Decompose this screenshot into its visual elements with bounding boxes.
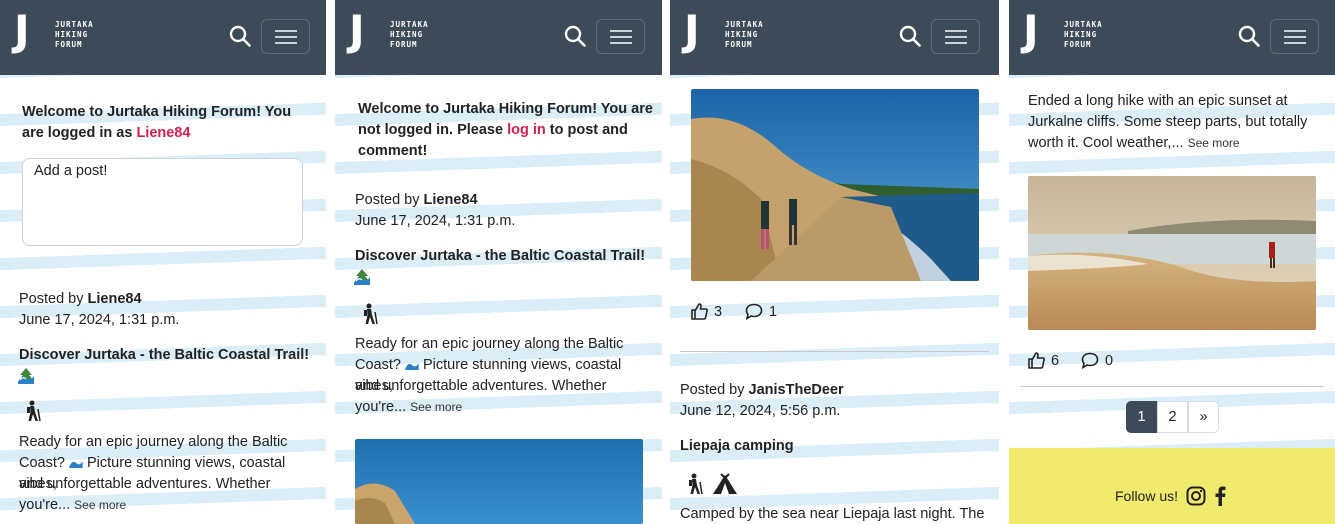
next-page-button[interactable]: » <box>1188 401 1219 433</box>
post-image[interactable] <box>691 89 979 281</box>
see-more-link[interactable]: See more <box>410 400 462 414</box>
post-author[interactable]: JanisTheDeer <box>749 382 844 398</box>
welcome-message: Welcome to Jurtaka Hiking Forum! You are… <box>22 104 292 141</box>
welcome-message-line: comment! <box>358 143 428 159</box>
screen-feed-scrolled: J JURTAKA HIKING FORUM 3 1 Posted by Janis… <box>670 0 999 524</box>
menu-toggle-button[interactable] <box>261 19 310 54</box>
footer: Follow us! <box>1009 448 1335 524</box>
logo-text[interactable]: JURTAKA HIKING FORUM <box>725 20 764 50</box>
navbar: J JURTAKA HIKING FORUM <box>0 0 326 75</box>
search-icon[interactable] <box>1238 25 1260 47</box>
hiker-icon <box>689 473 703 495</box>
screen-logged-out: J JURTAKA HIKING FORUM Welcome to Jurtaka … <box>335 0 662 524</box>
wave-emoji <box>354 277 370 285</box>
comment-count[interactable]: 1 <box>745 303 777 320</box>
post-body-line: and unforgettable adventures. Whether <box>355 378 607 394</box>
hiker-icon <box>27 400 41 422</box>
search-icon[interactable] <box>229 25 251 47</box>
pagination: 1 2 » <box>1126 401 1219 433</box>
logo-letter[interactable]: J <box>684 10 700 52</box>
add-post-input[interactable]: Add a post! <box>22 158 303 246</box>
logo-letter[interactable]: J <box>14 10 30 52</box>
post-body-line: worth it. Cool weather,... See more <box>1028 135 1240 151</box>
screen-logged-in: J JURTAKA HIKING FORUM Welcome to Jurtaka … <box>0 0 326 524</box>
post-author[interactable]: Liene84 <box>424 192 478 208</box>
post-date: June 17, 2024, 1:31 p.m. <box>19 312 180 328</box>
post-body-line: Camped by the sea near Liepaja last nigh… <box>680 506 985 522</box>
page-2-button[interactable]: 2 <box>1157 401 1188 433</box>
login-link[interactable]: log in <box>507 122 546 138</box>
post-title[interactable]: Discover Jurtaka - the Baltic Coastal Tr… <box>355 246 662 288</box>
speech-bubble-icon[interactable] <box>745 303 763 320</box>
welcome-message-line: not logged in. Please log in to post and <box>358 122 628 138</box>
logo-letter[interactable]: J <box>1023 10 1039 52</box>
page-1-button[interactable]: 1 <box>1126 401 1157 433</box>
post-body-line: Ended a long hike with an epic sunset at <box>1028 93 1288 109</box>
like-count[interactable]: 3 <box>691 303 722 320</box>
screen-feed-bottom: J JURTAKA HIKING FORUM Ended a long hike w… <box>1009 0 1335 524</box>
navbar: J JURTAKA HIKING FORUM <box>335 0 662 75</box>
post-body-line: Ready for an epic journey along the Balt… <box>355 336 624 352</box>
menu-toggle-button[interactable] <box>931 19 980 54</box>
navbar: J JURTAKA HIKING FORUM <box>1009 0 1335 75</box>
logo-letter[interactable]: J <box>349 10 365 52</box>
logo-text[interactable]: JURTAKA HIKING FORUM <box>1064 20 1103 50</box>
post-body-line: Ready for an epic journey along the Balt… <box>19 434 288 450</box>
post-byline: Posted by JanisTheDeer <box>680 382 844 398</box>
instagram-icon[interactable] <box>1186 486 1206 506</box>
speech-bubble-icon[interactable] <box>1081 352 1099 369</box>
post-author[interactable]: Liene84 <box>88 291 142 307</box>
post-byline: Posted by Liene84 <box>355 192 478 208</box>
facebook-icon[interactable] <box>1214 486 1226 506</box>
logo-text[interactable]: JURTAKA HIKING FORUM <box>390 20 429 50</box>
comment-count[interactable]: 0 <box>1081 352 1113 369</box>
follow-us-label: Follow us! <box>1115 488 1179 504</box>
menu-toggle-button[interactable] <box>596 19 645 54</box>
search-icon[interactable] <box>899 25 921 47</box>
username-link[interactable]: Liene84 <box>136 125 190 141</box>
wave-emoji <box>18 376 34 384</box>
like-count[interactable]: 6 <box>1028 352 1059 369</box>
post-body-line: and unforgettable adventures. Whether <box>19 476 271 492</box>
thumbs-up-icon[interactable] <box>1028 352 1045 369</box>
post-title[interactable]: Discover Jurtaka - the Baltic Coastal Tr… <box>19 345 326 387</box>
post-date: June 12, 2024, 5:56 p.m. <box>680 403 841 419</box>
post-divider <box>680 351 989 352</box>
wave-emoji <box>405 363 419 371</box>
post-title[interactable]: Liepaja camping <box>680 436 794 457</box>
navbar: J JURTAKA HIKING FORUM <box>670 0 999 75</box>
logo-text[interactable]: JURTAKA HIKING FORUM <box>55 20 94 50</box>
post-body-line: you're... See more <box>355 399 463 415</box>
post-body-line: Jurkalne cliffs. Some steep parts, but t… <box>1028 114 1308 130</box>
tent-icon <box>713 473 737 494</box>
see-more-link[interactable]: See more <box>1188 136 1240 150</box>
hiker-icon <box>364 303 378 325</box>
see-more-link[interactable]: See more <box>74 498 126 512</box>
post-date: June 17, 2024, 1:31 p.m. <box>355 213 516 229</box>
post-byline: Posted by Liene84 <box>19 291 142 307</box>
menu-toggle-button[interactable] <box>1270 19 1319 54</box>
post-image[interactable] <box>1028 176 1316 330</box>
post-body-line: you're... See more <box>19 497 127 513</box>
post-image[interactable] <box>355 439 643 524</box>
wave-emoji <box>69 461 83 469</box>
search-icon[interactable] <box>564 25 586 47</box>
thumbs-up-icon[interactable] <box>691 303 708 320</box>
welcome-message-line: Welcome to Jurtaka Hiking Forum! You are <box>358 101 653 117</box>
post-divider <box>1020 386 1324 387</box>
